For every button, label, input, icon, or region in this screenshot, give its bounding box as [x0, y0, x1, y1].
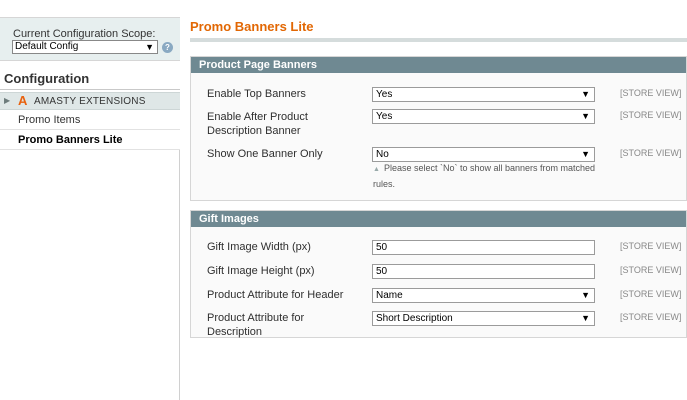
field-label: Enable Top Banners	[207, 88, 306, 100]
section-header[interactable]: Gift Images	[191, 211, 686, 227]
select-value: Yes	[376, 89, 393, 100]
scope-tag: [STORE VIEW]	[620, 110, 682, 120]
scope-tag: [STORE VIEW]	[620, 265, 682, 275]
scope-select[interactable]: Default Config ▼	[12, 40, 158, 54]
divider	[179, 150, 180, 400]
field-label: Product Attribute for Description	[207, 312, 305, 338]
select-value: Yes	[376, 111, 393, 122]
attribute-header-select[interactable]: Name ▼	[372, 288, 595, 303]
scope-select-value: Default Config	[15, 41, 79, 52]
left-sidebar: Current Configuration Scope: Default Con…	[0, 0, 180, 400]
scope-tag: [STORE VIEW]	[620, 88, 682, 98]
field-label: Product Attribute for Header	[207, 289, 344, 301]
chevron-down-icon: ▼	[581, 290, 590, 300]
sidebar-item-label: Promo Items	[18, 114, 81, 126]
select-value: No	[376, 149, 389, 160]
amasty-extensions-group[interactable]: ▶ A AMASTY EXTENSIONS	[0, 92, 180, 110]
scope-label: Current Configuration Scope:	[13, 28, 156, 40]
divider	[190, 38, 687, 42]
group-label: AMASTY EXTENSIONS	[34, 96, 146, 107]
note-text: Please select `No` to show all banners f…	[373, 163, 596, 189]
enable-top-banners-select[interactable]: Yes ▼	[372, 87, 595, 102]
scope-tag: [STORE VIEW]	[620, 241, 682, 251]
gift-image-height-input[interactable]: 50	[372, 264, 595, 279]
divider	[0, 89, 180, 90]
select-value: Short Description	[376, 313, 453, 324]
configuration-title: Configuration	[4, 71, 90, 86]
field-label: Show One Banner Only	[207, 148, 323, 160]
attribute-description-select[interactable]: Short Description ▼	[372, 311, 595, 326]
chevron-down-icon: ▼	[581, 149, 590, 159]
chevron-down-icon: ▼	[581, 111, 590, 121]
field-label: Gift Image Height (px)	[207, 265, 315, 277]
sidebar-item-promo-items[interactable]: Promo Items	[0, 110, 180, 130]
input-value: 50	[376, 266, 388, 277]
chevron-down-icon: ▼	[145, 42, 154, 52]
select-value: Name	[376, 290, 403, 301]
enable-after-description-select[interactable]: Yes ▼	[372, 109, 595, 124]
field-label: Gift Image Width (px)	[207, 241, 311, 253]
field-label: Enable After Product Description Banner	[207, 111, 308, 137]
page-title: Promo Banners Lite	[190, 19, 314, 34]
gift-image-width-input[interactable]: 50	[372, 240, 595, 255]
note-arrow-icon: ▲	[373, 166, 380, 173]
scope-tag: [STORE VIEW]	[620, 148, 682, 158]
section-header[interactable]: Product Page Banners	[191, 57, 686, 73]
show-one-banner-select[interactable]: No ▼	[372, 147, 595, 162]
sidebar-item-label: Promo Banners Lite	[18, 134, 123, 146]
scope-tag: [STORE VIEW]	[620, 289, 682, 299]
scope-tag: [STORE VIEW]	[620, 312, 682, 322]
scope-switcher: Current Configuration Scope: Default Con…	[0, 17, 180, 61]
sidebar-item-promo-banners-lite[interactable]: Promo Banners Lite	[0, 130, 180, 150]
chevron-down-icon: ▼	[581, 313, 590, 323]
field-note: ▲ Please select `No` to show all banners …	[373, 161, 603, 191]
chevron-down-icon: ▼	[581, 89, 590, 99]
main-content: Promo Banners Lite Product Page Banners …	[190, 0, 687, 400]
expand-arrow-icon: ▶	[4, 96, 11, 105]
help-icon[interactable]: ?	[162, 42, 173, 53]
amasty-logo-icon: A	[18, 93, 28, 108]
input-value: 50	[376, 242, 388, 253]
